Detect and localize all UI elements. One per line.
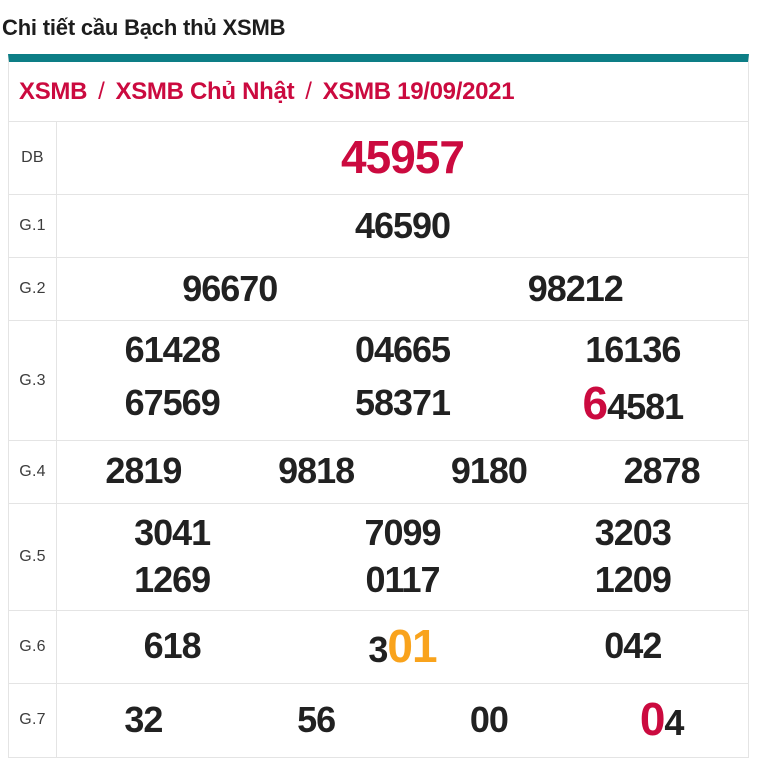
prize-values: 45957 xyxy=(57,122,748,194)
breadcrumb-link[interactable]: XSMB 19/09/2021 xyxy=(323,78,515,106)
prize-label: DB xyxy=(9,122,57,195)
number-segment: 0117 xyxy=(365,558,440,600)
breadcrumb-link[interactable]: XSMB Chủ Nhật xyxy=(116,78,295,106)
breadcrumb-link[interactable]: XSMB xyxy=(19,78,87,106)
number-segment: 4581 xyxy=(607,385,684,427)
prize-label: G.6 xyxy=(9,610,57,684)
breadcrumb-separator: / xyxy=(98,77,105,105)
number-segment: 98212 xyxy=(527,267,624,309)
prize-number: 3041 xyxy=(134,510,211,556)
prize-values: 3041 7099 3203 1269 0117 1209 xyxy=(57,504,748,610)
prize-number: 32 xyxy=(124,697,163,743)
prize-number: 58371 xyxy=(354,380,451,426)
prize-number: 98212 xyxy=(527,266,624,312)
results-table: DB 45957 G.1 46590 G.2 96670 98212 G.3 61428 0466… xyxy=(9,121,748,757)
page-title: Chi tiết cầu Bạch thủ XSMB xyxy=(2,15,286,40)
prize-number: 1209 xyxy=(594,557,672,603)
number-segment: 3203 xyxy=(594,512,672,554)
prize-values: 96670 98212 xyxy=(57,258,748,320)
prize-number: 61428 xyxy=(124,327,221,373)
prize-label: G.7 xyxy=(9,684,57,757)
prize-label: G.2 xyxy=(9,258,57,321)
prize-number: 2819 xyxy=(105,448,182,494)
prize-row-g7: G.7 32 56 00 04 xyxy=(9,683,748,757)
number-segment: 1209 xyxy=(594,558,672,600)
number-segment: 3 xyxy=(368,628,388,670)
number-segment: 04665 xyxy=(354,329,451,371)
breadcrumb: XSMB / XSMB Chủ Nhật / XSMB 19/09/2021 xyxy=(9,62,748,121)
number-segment: 042 xyxy=(604,625,662,667)
number-segment: 0 xyxy=(639,693,666,746)
prize-number: 1269 xyxy=(134,557,211,603)
prize-number: 45957 xyxy=(341,128,465,187)
prize-number: 9180 xyxy=(450,448,528,494)
prize-number: 301 xyxy=(368,617,437,676)
number-segment: 58371 xyxy=(354,382,451,424)
prize-label: G.5 xyxy=(9,504,57,610)
prize-row-db: DB 45957 xyxy=(9,121,748,195)
breadcrumb-separator: / xyxy=(305,77,312,105)
prize-values: 32 56 00 04 xyxy=(57,684,748,756)
number-segment: 6 xyxy=(582,376,608,429)
number-segment: 9818 xyxy=(278,450,355,492)
number-segment: 00 xyxy=(469,698,509,740)
number-segment: 45957 xyxy=(341,131,465,183)
number-segment: 2878 xyxy=(623,450,701,492)
prize-values: 618 301 042 xyxy=(57,611,748,683)
number-segment: 96670 xyxy=(182,267,278,309)
prize-number: 16136 xyxy=(585,327,681,373)
prize-row-g1: G.1 46590 xyxy=(9,194,748,258)
prize-number: 042 xyxy=(604,623,662,669)
prize-number: 56 xyxy=(297,697,336,743)
number-segment: 67569 xyxy=(124,382,221,424)
prize-values: 2819 9818 9180 2878 xyxy=(57,441,748,503)
prize-row-g2: G.2 96670 98212 xyxy=(9,257,748,321)
number-segment: 16136 xyxy=(585,329,681,371)
prize-number: 96670 xyxy=(182,266,278,312)
prize-label: G.1 xyxy=(9,195,57,258)
number-segment: 9180 xyxy=(450,450,528,492)
prize-number: 618 xyxy=(143,623,202,669)
number-segment: 32 xyxy=(124,698,163,740)
prize-number: 7099 xyxy=(364,510,441,556)
prize-values: 61428 04665 16136 67569 58371 64581 xyxy=(57,321,748,440)
prize-number: 0117 xyxy=(365,557,440,603)
prize-label: G.4 xyxy=(9,441,57,504)
prize-number: 2878 xyxy=(623,448,701,494)
prize-row-g5: G.5 3041 7099 3203 1269 0117 1209 xyxy=(9,503,748,610)
number-segment: 7099 xyxy=(364,512,441,554)
results-panel: XSMB / XSMB Chủ Nhật / XSMB 19/09/2021 DB 459… xyxy=(8,54,749,758)
prize-number: 3203 xyxy=(594,510,672,556)
number-segment: 46590 xyxy=(354,204,451,246)
prize-number: 9818 xyxy=(278,448,355,494)
number-segment: 4 xyxy=(664,702,684,744)
prize-row-g3: G.3 61428 04665 16136 67569 58371 64581 xyxy=(9,320,748,441)
prize-number: 04665 xyxy=(354,327,451,373)
number-segment: 1269 xyxy=(134,558,211,600)
prize-values: 46590 xyxy=(57,195,748,257)
prize-number: 67569 xyxy=(124,380,221,426)
number-segment: 56 xyxy=(297,698,336,740)
number-segment: 3041 xyxy=(134,512,211,554)
prize-number: 46590 xyxy=(354,203,451,249)
prize-number: 00 xyxy=(469,697,509,743)
number-segment: 01 xyxy=(387,619,437,672)
number-segment: 618 xyxy=(143,625,202,667)
prize-number: 04 xyxy=(639,690,685,749)
prize-row-g6: G.6 618 301 042 xyxy=(9,609,748,684)
prize-number: 64581 xyxy=(582,374,684,433)
prize-row-g4: G.4 2819 9818 9180 2878 xyxy=(9,440,748,504)
prize-label: G.3 xyxy=(9,321,57,441)
number-segment: 2819 xyxy=(105,450,182,492)
number-segment: 61428 xyxy=(124,329,221,371)
